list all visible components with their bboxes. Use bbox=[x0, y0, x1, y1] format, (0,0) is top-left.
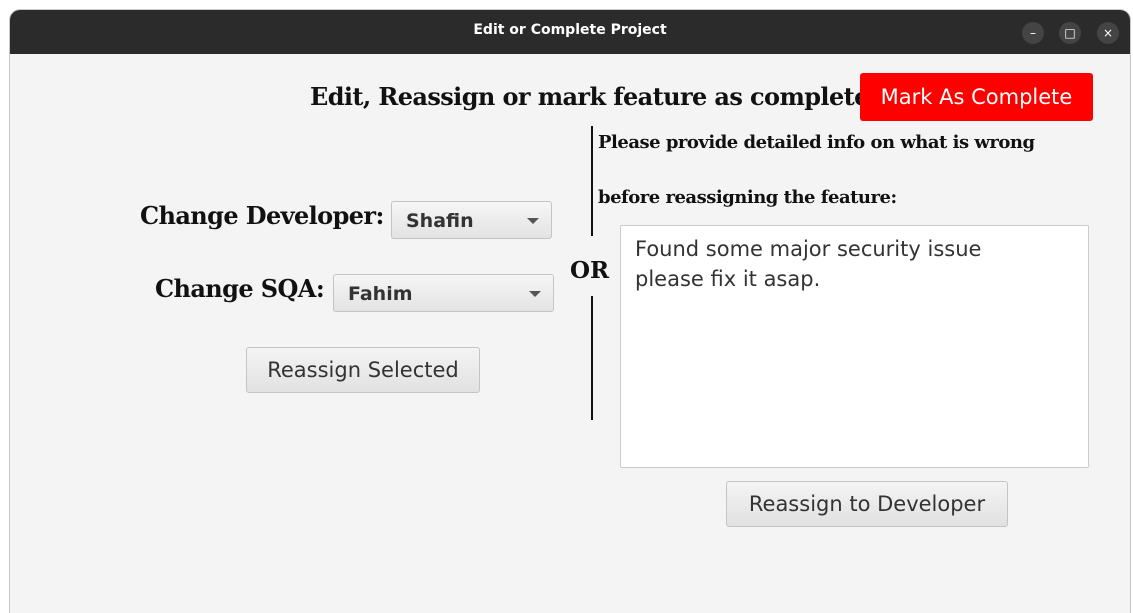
developer-select-value: Shafin bbox=[406, 210, 474, 232]
close-icon: × bbox=[1102, 26, 1114, 40]
sqa-select[interactable]: Fahim bbox=[333, 274, 554, 312]
window-title: Edit or Complete Project bbox=[473, 22, 667, 38]
chevron-down-icon bbox=[527, 218, 539, 224]
minimize-icon: – bbox=[1030, 26, 1036, 40]
change-sqa-label: Change SQA: bbox=[155, 274, 325, 303]
or-separator: OR bbox=[570, 257, 610, 284]
title-bar[interactable]: Edit or Complete Project – □ × bbox=[10, 10, 1130, 54]
maximize-button[interactable]: □ bbox=[1059, 22, 1081, 44]
instruction-line-2: before reassigning the feature: bbox=[598, 187, 897, 208]
page-heading: Edit, Reassign or mark feature as comple… bbox=[310, 82, 869, 111]
dialog-window: Edit or Complete Project – □ × Edit, Rea… bbox=[10, 10, 1130, 613]
mark-as-complete-button[interactable]: Mark As Complete bbox=[860, 73, 1093, 121]
divider-line-top bbox=[591, 126, 593, 236]
maximize-icon: □ bbox=[1064, 26, 1076, 40]
developer-select[interactable]: Shafin bbox=[391, 201, 552, 239]
reassign-selected-button[interactable]: Reassign Selected bbox=[246, 347, 480, 393]
divider-line-bottom bbox=[591, 296, 593, 420]
reassign-to-developer-button[interactable]: Reassign to Developer bbox=[726, 481, 1008, 527]
minimize-button[interactable]: – bbox=[1022, 22, 1044, 44]
instruction-line-1: Please provide detailed info on what is … bbox=[598, 132, 1035, 153]
close-button[interactable]: × bbox=[1097, 22, 1119, 44]
sqa-select-value: Fahim bbox=[348, 283, 413, 305]
chevron-down-icon bbox=[529, 291, 541, 297]
change-developer-label: Change Developer: bbox=[140, 201, 384, 230]
feedback-textarea[interactable]: Found some major security issue please f… bbox=[620, 225, 1089, 468]
